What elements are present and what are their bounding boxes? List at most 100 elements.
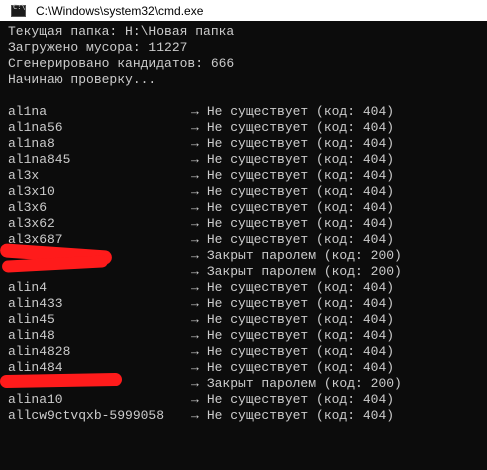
result-row: al1na8 → Не существует (код: 404) <box>8 136 483 152</box>
status-text: Не существует (код: 404) <box>206 296 395 311</box>
arrow-icon: → <box>191 392 199 407</box>
candidate-name: al3x62 <box>8 216 55 231</box>
result-row: alin45 → Не существует (код: 404) <box>8 312 483 328</box>
candidate-name: al3x <box>8 168 40 183</box>
candidate-name: alin48 <box>8 328 55 343</box>
check-result: → Не существует (код: 404) <box>191 280 394 296</box>
cmd-window: C:\ C:\Windows\system32\cmd.exe Текущая … <box>0 0 487 470</box>
status-text: Не существует (код: 404) <box>206 152 395 167</box>
result-row: alin48 → Не существует (код: 404) <box>8 328 483 344</box>
result-row: al3x10 → Не существует (код: 404) <box>8 184 483 200</box>
result-row: al1na → Не существует (код: 404) <box>8 104 483 120</box>
candidate-name: al3x6 <box>8 200 48 215</box>
status-text: Закрыт паролем (код: 200) <box>206 264 402 279</box>
check-result: → Закрыт паролем (код: 200) <box>191 376 402 392</box>
result-row: al3x6 → Не существует (код: 404) <box>8 200 483 216</box>
arrow-icon: → <box>191 408 199 423</box>
candidate-name: al1na845 <box>8 152 71 167</box>
check-result: → Не существует (код: 404) <box>191 232 394 248</box>
check-result: → Не существует (код: 404) <box>191 344 394 360</box>
status-text: Не существует (код: 404) <box>206 216 395 231</box>
status-text: Не существует (код: 404) <box>206 136 395 151</box>
header-line-starting: Начинаю проверку... <box>8 72 157 87</box>
status-text: Не существует (код: 404) <box>206 104 395 119</box>
status-text: Не существует (код: 404) <box>206 328 395 343</box>
status-text: Не существует (код: 404) <box>206 360 395 375</box>
arrow-icon: → <box>191 184 199 199</box>
check-result: → Не существует (код: 404) <box>191 408 394 424</box>
check-result: → Не существует (код: 404) <box>191 184 394 200</box>
arrow-icon: → <box>191 120 199 135</box>
status-text: Не существует (код: 404) <box>206 312 395 327</box>
arrow-icon: → <box>191 152 199 167</box>
check-result: → Не существует (код: 404) <box>191 296 394 312</box>
result-row: al1na56 → Не существует (код: 404) <box>8 120 483 136</box>
arrow-icon: → <box>191 296 199 311</box>
check-result: → Не существует (код: 404) <box>191 360 394 376</box>
check-result: → Не существует (код: 404) <box>191 136 394 152</box>
status-text: Закрыт паролем (код: 200) <box>206 248 402 263</box>
candidate-name: allcw9ctvqxb-5999058 <box>8 408 165 423</box>
arrow-icon: → <box>191 328 199 343</box>
check-result: → Не существует (код: 404) <box>191 392 394 408</box>
status-text: Не существует (код: 404) <box>206 120 395 135</box>
check-result: → Не существует (код: 404) <box>191 152 394 168</box>
candidate-name: alin4828 <box>8 344 71 359</box>
window-title: C:\Windows\system32\cmd.exe <box>36 3 204 18</box>
status-text: Не существует (код: 404) <box>206 168 395 183</box>
status-text: Не существует (код: 404) <box>206 344 395 359</box>
status-text: Закрыт паролем (код: 200) <box>206 376 402 391</box>
result-row: al1na845 → Не существует (код: 404) <box>8 152 483 168</box>
result-row: alin4828 → Не существует (код: 404) <box>8 344 483 360</box>
redaction-mark <box>0 372 123 389</box>
arrow-icon: → <box>191 312 199 327</box>
result-row: alina10 → Не существует (код: 404) <box>8 392 483 408</box>
arrow-icon: → <box>191 200 199 215</box>
arrow-icon: → <box>191 264 199 279</box>
header-line-loaded: Загружено мусора: 11227 <box>8 40 188 55</box>
status-text: Не существует (код: 404) <box>206 232 395 247</box>
status-text: Не существует (код: 404) <box>206 280 395 295</box>
check-result: → Не существует (код: 404) <box>191 328 394 344</box>
candidate-name: alin45 <box>8 312 55 327</box>
arrow-icon: → <box>191 280 199 295</box>
check-result: → Не существует (код: 404) <box>191 104 394 120</box>
candidate-name: al1na56 <box>8 120 63 135</box>
result-row: → Закрыт паролем (код: 200) <box>1 255 483 280</box>
header-line-generated: Сгенерировано кандидатов: 666 <box>8 56 235 71</box>
check-result: → Не существует (код: 404) <box>191 200 394 216</box>
arrow-icon: → <box>191 360 199 375</box>
check-result: → Не существует (код: 404) <box>191 120 394 136</box>
title-bar[interactable]: C:\ C:\Windows\system32\cmd.exe <box>0 0 487 21</box>
arrow-icon: → <box>191 216 199 231</box>
status-text: Не существует (код: 404) <box>206 408 395 423</box>
candidate-name: al3x10 <box>8 184 55 199</box>
arrow-icon: → <box>191 104 199 119</box>
check-result: → Закрыт паролем (код: 200) <box>191 248 402 264</box>
result-row: al3x → Не существует (код: 404) <box>8 168 483 184</box>
result-row: al3x62 → Не существует (код: 404) <box>8 216 483 232</box>
check-result: → Не существует (код: 404) <box>191 216 394 232</box>
status-text: Не существует (код: 404) <box>206 392 395 407</box>
result-row: alin4 → Не существует (код: 404) <box>8 280 483 296</box>
result-row: → Закрыт паролем (код: 200) <box>0 372 483 392</box>
arrow-icon: → <box>191 376 199 391</box>
arrow-icon: → <box>191 168 199 183</box>
candidate-name: alin4 <box>8 280 48 295</box>
arrow-icon: → <box>191 344 199 359</box>
check-result: → Не существует (код: 404) <box>191 168 394 184</box>
results-list: al1na → Не существует (код: 404) al1na56 → Не… <box>0 104 483 424</box>
console-output[interactable]: Текущая папка: H:\Новая папка Загружено … <box>0 24 483 424</box>
arrow-icon: → <box>191 248 199 263</box>
status-text: Не существует (код: 404) <box>206 184 395 199</box>
scrollbar[interactable] <box>483 21 487 470</box>
header-line-folder: Текущая папка: H:\Новая папка <box>8 24 235 39</box>
candidate-name: al1na <box>8 104 48 119</box>
candidate-name: alina10 <box>8 392 63 407</box>
result-row: allcw9ctvqxb-5999058 → Не существует (код:… <box>8 408 483 424</box>
status-text: Не существует (код: 404) <box>206 200 395 215</box>
candidate-name: alin433 <box>8 296 63 311</box>
result-row: al3x687 → Не существует (код: 404) <box>8 232 483 248</box>
check-result: → Закрыт паролем (код: 200) <box>191 264 402 280</box>
